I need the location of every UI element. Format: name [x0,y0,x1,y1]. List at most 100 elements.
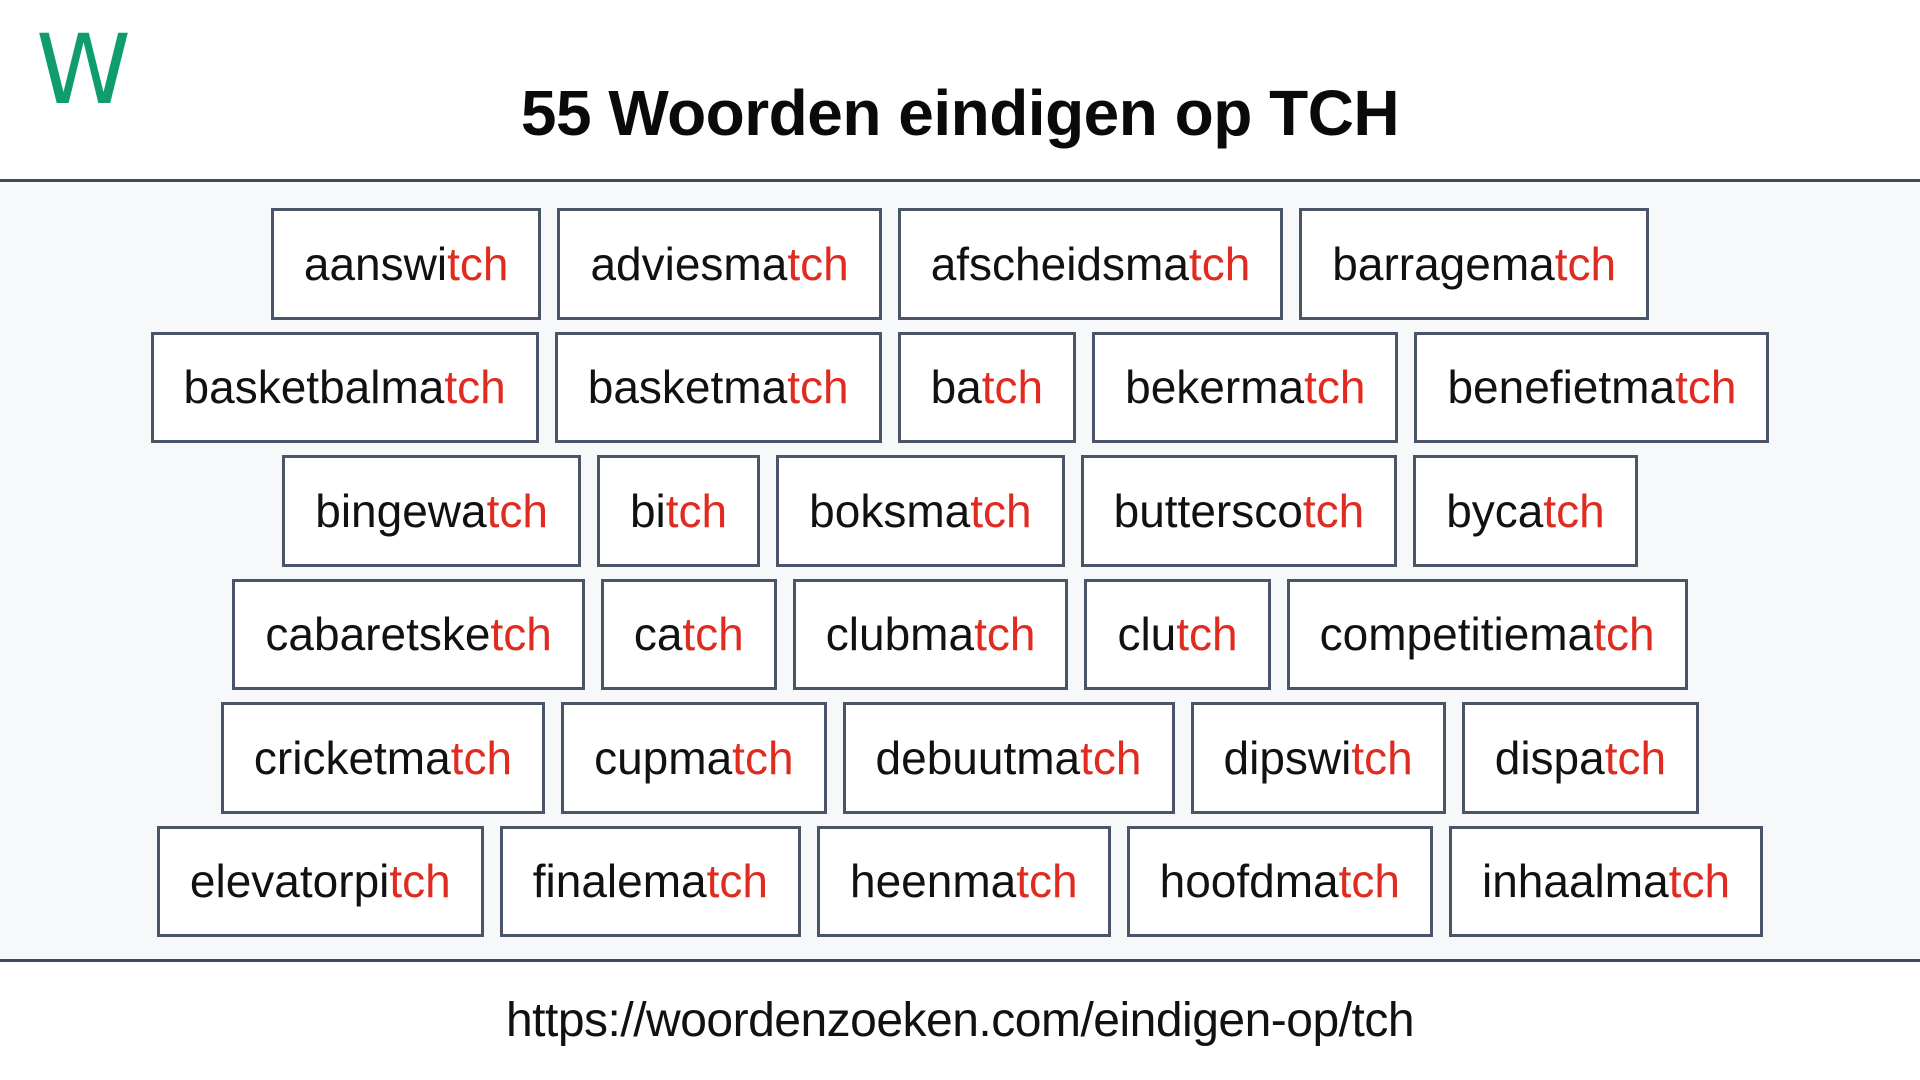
word-text: competitiematch [1320,611,1655,657]
word-prefix: boksma [809,484,971,537]
word-suffix: tch [1302,484,1365,537]
word-suffix: tch [1675,361,1737,414]
word-prefix: afscheidsma [930,237,1189,290]
word-suffix: tch [486,484,548,537]
word-prefix: competitiema [1319,608,1594,661]
word-card[interactable]: basketmatch [554,331,882,443]
word-suffix: tch [1554,237,1617,290]
word-prefix: cricketma [253,731,451,784]
word-prefix: byca [1446,484,1544,537]
word-prefix: bekerma [1125,361,1305,414]
page-header: W 55 Woorden eindigen op TCH [0,0,1920,182]
word-suffix: tch [682,608,744,661]
word-card[interactable]: butterscotch [1080,455,1398,567]
word-text: basketmatch [588,364,849,410]
word-suffix: tch [981,361,1044,414]
word-card[interactable]: dispatch [1461,702,1700,814]
word-suffix: tch [970,484,1032,537]
word-text: butterscotch [1114,488,1365,534]
word-prefix: cabaretske [265,608,491,661]
word-card[interactable]: bingewatch [282,455,581,567]
word-card[interactable]: heenmatch [817,825,1111,937]
word-text: finalematch [533,858,768,904]
word-prefix: inhaalma [1482,855,1669,908]
word-prefix: clubma [825,608,975,661]
word-card[interactable]: boksmatch [776,455,1065,567]
word-text: barragematch [1332,241,1616,287]
word-suffix: tch [1604,731,1667,784]
word-prefix: bi [629,484,666,537]
word-text: bekermatch [1125,364,1365,410]
word-suffix: tch [1304,361,1366,414]
word-prefix: basketbalma [183,361,445,414]
word-text: boksmatch [809,488,1031,534]
word-card[interactable]: batch [897,331,1077,443]
word-card[interactable]: bekermatch [1092,331,1399,443]
word-text: cabaretsketch [265,611,551,657]
word-suffix: tch [1080,731,1142,784]
word-text: clubmatch [826,611,1036,657]
word-prefix: ba [930,361,982,414]
word-row: basketbalmatch basketmatch batch bekermatch… [20,326,1900,450]
word-row: cabaretsketch catch clubmatch clutch competi… [20,573,1900,697]
word-card[interactable]: finalematch [499,825,801,937]
word-prefix: elevatorpi [189,855,390,908]
word-text: clutch [1117,611,1237,657]
word-suffix: tch [974,608,1036,661]
word-prefix: benefietma [1447,361,1676,414]
word-row: bingewatch bitch boksmatch butterscotch byca… [20,449,1900,573]
word-prefix: heenma [850,855,1017,908]
word-card[interactable]: cricketmatch [220,702,546,814]
source-url-link[interactable]: https://woordenzoeken.com/eindigen-op/tc… [506,994,1415,1048]
word-card[interactable]: elevatorpitch [156,825,484,937]
word-card[interactable]: debuutmatch [842,702,1175,814]
word-card[interactable]: inhaalmatch [1449,825,1764,937]
word-card[interactable]: bycatch [1413,455,1638,567]
word-text: bitch [630,488,727,534]
word-card[interactable]: afscheidsmatch [897,208,1284,320]
page-footer: https://woordenzoeken.com/eindigen-op/tc… [0,962,1920,1080]
word-card[interactable]: competitiematch [1286,578,1688,690]
word-suffix: tch [1543,484,1605,537]
word-row: aanswitch adviesmatch afscheidsmatch barrag… [20,202,1900,326]
word-prefix: basketma [587,361,788,414]
word-suffix: tch [1338,855,1400,908]
word-prefix: dispa [1494,731,1605,784]
word-card[interactable]: cupmatch [561,702,827,814]
word-grid: aanswitch adviesmatch afscheidsmatch barrag… [0,182,1920,962]
word-card[interactable]: clutch [1084,578,1271,690]
word-card[interactable]: benefietmatch [1414,331,1770,443]
word-card[interactable]: dipswitch [1190,702,1446,814]
word-card[interactable]: basketbalmatch [150,331,539,443]
word-text: dipswitch [1224,735,1413,781]
word-card[interactable]: bitch [596,455,761,567]
word-prefix: bingewa [315,484,487,537]
word-text: bingewatch [315,488,548,534]
word-prefix: finalema [532,855,707,908]
word-text: afscheidsmatch [931,241,1251,287]
word-card[interactable]: clubmatch [792,578,1069,690]
page-title: 55 Woorden eindigen op TCH [520,76,1400,149]
word-prefix: barragema [1332,237,1555,290]
word-card[interactable]: adviesmatch [557,208,882,320]
word-suffix: tch [787,237,849,290]
word-text: batch [931,364,1044,410]
word-card[interactable]: cabaretsketch [232,578,585,690]
word-prefix: adviesma [590,237,788,290]
word-row: elevatorpitch finalematch heenmatch hoofdma… [20,820,1900,944]
word-suffix: tch [444,361,506,414]
word-list-page: W 55 Woorden eindigen op TCH aanswitch ad… [0,0,1920,1080]
word-suffix: tch [1188,237,1251,290]
word-suffix: tch [706,855,768,908]
word-prefix: dipswi [1223,731,1352,784]
word-card[interactable]: hoofdmatch [1126,825,1433,937]
word-text: cricketmatch [254,735,512,781]
word-row: cricketmatch cupmatch debuutmatch dipswitch… [20,696,1900,820]
word-suffix: tch [450,731,513,784]
word-card[interactable]: barragematch [1299,208,1650,320]
word-card[interactable]: aanswitch [270,208,542,320]
word-prefix: buttersco [1113,484,1303,537]
word-text: debuutmatch [876,735,1142,781]
word-card[interactable]: catch [600,578,777,690]
word-prefix: debuutma [875,731,1081,784]
